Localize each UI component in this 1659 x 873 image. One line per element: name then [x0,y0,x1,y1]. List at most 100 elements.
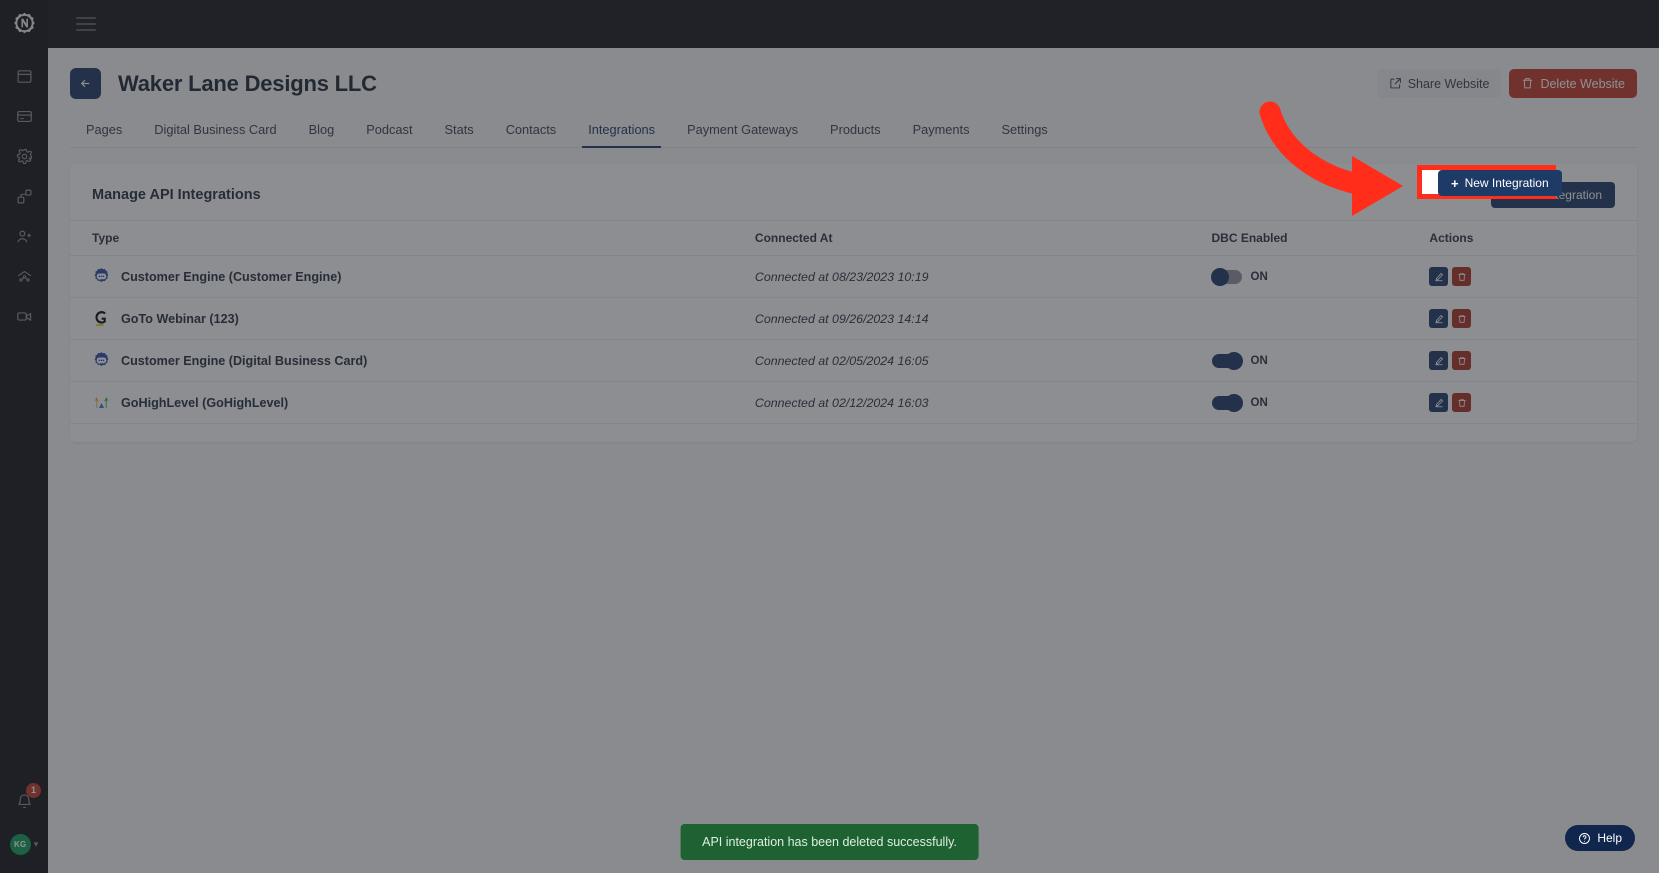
connected-at-text: Connected at 02/05/2024 16:05 [754,353,929,368]
sidebar-item-cards[interactable] [0,96,48,136]
dbc-toggle[interactable] [1210,267,1242,286]
tab-podcast[interactable]: Podcast [350,122,428,147]
delete-integration-button[interactable] [1452,267,1472,286]
chevron-down-icon: ▾ [33,838,39,849]
edit-integration-button[interactable] [1429,267,1449,286]
tab-label: Payments [912,122,970,137]
hamburger-bar [76,29,96,31]
puzzle-nodes-icon [17,189,31,203]
trash-icon [1523,78,1533,89]
dbc-toggle[interactable] [1211,393,1243,412]
tab-payments[interactable]: Payments [897,122,986,147]
tab-label: Payment Gateways [687,122,799,137]
tab-pages[interactable]: Pages [70,122,138,147]
tab-integrations[interactable]: Integrations [572,122,671,148]
table-row: GoHighLevel (GoHighLevel) Connected at 0… [70,381,1637,424]
row-actions [1429,340,1637,381]
edit-integration-button[interactable] [1429,309,1449,328]
customer-engine-icon [94,352,109,366]
tab-blog[interactable]: Blog [293,122,351,147]
app-root: 1 KG ▾ Waker Lane Designs LLC Share Webs… [0,0,1659,873]
cell-dbc-enabled: ON [1210,255,1430,298]
integration-type: GoTo Webinar (123) [70,298,755,339]
cell-dbc-enabled: ON [1211,381,1430,424]
tab-contacts[interactable]: Contacts [490,122,573,147]
tab-label: Products [830,122,881,137]
row-actions [1429,298,1637,339]
sidebar-item-video[interactable] [0,296,48,336]
tab-label: Contacts [505,122,557,137]
edit-integration-button[interactable] [1429,351,1449,370]
dbc-toggle-group: ON [1211,382,1430,423]
notification-badge: 1 [26,783,41,798]
nexus-gear-logo-icon [13,12,35,33]
delete-integration-button[interactable] [1452,351,1472,370]
hamburger-menu-icon[interactable] [76,17,96,31]
delete-website-button[interactable]: Delete Website [1509,69,1637,98]
cell-type: GoHighLevel (GoHighLevel) [70,381,755,424]
toggle-knob [1224,351,1243,370]
cell-connected-at: Connected at 02/05/2024 16:05 [754,339,1212,382]
integration-type: Customer Engine (Digital Business Card) [70,340,755,381]
sidebar-icon-list [0,48,48,336]
edit-pencil-icon [1435,314,1444,323]
connected-at-text: Connected at 08/23/2023 10:19 [754,269,929,284]
tab-stats[interactable]: Stats [429,122,490,147]
edit-pencil-icon [1435,272,1444,281]
row-actions [1429,256,1637,297]
integration-type-label: Customer Engine (Digital Business Card) [121,353,368,368]
account-menu[interactable]: KG ▾ [0,823,48,865]
sidebar-item-settings[interactable] [0,136,48,176]
tab-settings[interactable]: Settings [985,122,1063,147]
edit-pencil-icon [1435,356,1444,365]
tab-label: Blog [308,122,335,137]
notifications-button[interactable]: 1 [0,779,48,823]
help-button[interactable]: Help [1565,825,1635,851]
cell-type: GoTo Webinar (123) [70,297,755,340]
tab-payment-gateways[interactable]: Payment Gateways [671,122,814,147]
page-header-actions: Share Website Delete Website [1376,69,1637,98]
tab-label: Pages [86,122,123,137]
delete-integration-button[interactable] [1452,393,1472,412]
tab-digital-business-card[interactable]: Digital Business Card [138,122,292,147]
help-label: Help [1597,831,1622,845]
table-body: Customer Engine (Customer Engine) Connec… [70,255,1637,424]
gohighlevel-icon [94,397,109,409]
share-website-button[interactable]: Share Website [1376,69,1502,98]
integrations-card: Manage API Integrations + New Integratio… [70,164,1637,442]
cell-connected-at: Connected at 08/23/2023 10:19 [754,255,1212,298]
sidebar-item-add-user[interactable] [0,216,48,256]
question-circle-icon [1579,832,1591,844]
goto-webinar-icon [95,311,106,327]
integration-type-label: GoHighLevel (GoHighLevel) [121,395,289,410]
app-logo[interactable] [0,0,48,48]
table-header-row: Type Connected At DBC Enabled Actions [70,220,1637,256]
new-integration-label: New Integration [1464,176,1549,190]
dbc-toggle[interactable] [1211,351,1243,370]
column-header-dbc-enabled: DBC Enabled [1211,220,1430,256]
arrow-left-icon [80,79,90,88]
card-title: Manage API Integrations [92,187,261,203]
cell-connected-at: Connected at 02/12/2024 16:03 [754,381,1212,424]
avatar: KG [9,833,31,855]
user-plus-icon [16,230,31,242]
tab-products[interactable]: Products [814,122,897,147]
cell-connected-at: Connected at 09/26/2023 14:14 [754,297,1212,340]
top-bar [48,0,1659,48]
back-button[interactable] [70,68,101,99]
tab-label: Digital Business Card [154,122,277,137]
delete-integration-button[interactable] [1452,309,1472,328]
dbc-toggle-label: ON [1250,354,1268,367]
column-header-connected-at: Connected At [754,220,1212,256]
sidebar-item-integrations[interactable] [0,176,48,216]
hamburger-bar [76,17,96,19]
edit-integration-button[interactable] [1429,393,1449,412]
sidebar-item-network[interactable] [0,256,48,296]
sidebar-item-websites[interactable] [0,56,48,96]
dbc-toggle-label: ON [1250,396,1268,409]
new-integration-button-highlighted[interactable]: + New Integration [1438,170,1562,196]
gear-icon [16,148,32,164]
cell-dbc-enabled: ON [1211,339,1430,382]
integration-type-label: GoTo Webinar (123) [121,311,239,326]
integration-type: Customer Engine (Customer Engine) [70,256,755,297]
